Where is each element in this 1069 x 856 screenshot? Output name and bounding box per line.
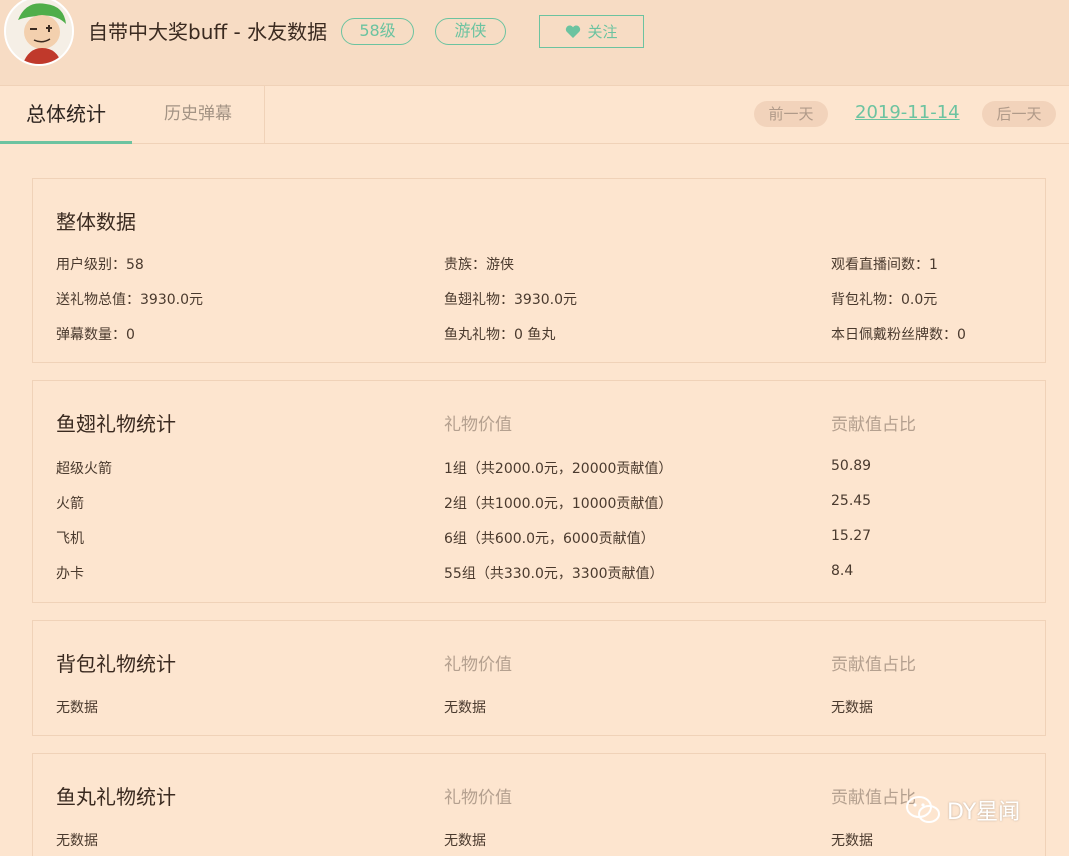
col-header-ratio: 贡献值占比 xyxy=(831,415,916,435)
no-data-text: 无数据 xyxy=(56,833,98,849)
col-header-ratio: 贡献值占比 xyxy=(831,788,916,808)
avatar-image xyxy=(6,0,72,64)
date-link[interactable]: 2019-11-14 xyxy=(855,102,960,123)
stat-danmaku-count: 弹幕数量：0 xyxy=(56,327,135,343)
gift-name: 飞机 xyxy=(56,531,84,547)
gift-value: 55组（共330.0元，3300贡献值） xyxy=(444,566,664,582)
header: 自带中大奖buff - 水友数据 58级 游侠 关注 xyxy=(0,0,1069,86)
overall-card: 整体数据 用户级别：58 贵族：游侠 观看直播间数：1 送礼物总值：3930.0… xyxy=(32,178,1046,363)
gift-ratio: 8.4 xyxy=(831,563,854,579)
tab-history-danmaku[interactable]: 历史弹幕 xyxy=(132,86,265,144)
stat-gift-total: 送礼物总值：3930.0元 xyxy=(56,292,203,308)
gift-value: 2组（共1000.0元，10000贡献值） xyxy=(444,496,673,512)
follow-label: 关注 xyxy=(587,24,618,41)
gift-ratio: 50.89 xyxy=(831,458,872,474)
avatar[interactable] xyxy=(4,0,74,66)
watermark-text: DY星闻 xyxy=(947,800,1021,825)
stat-fish-fin-gift: 鱼翅礼物：3930.0元 xyxy=(444,292,577,308)
stat-fan-badges: 本日佩戴粉丝牌数：0 xyxy=(831,327,966,343)
next-day-button[interactable]: 后一天 xyxy=(982,101,1056,127)
col-header-value: 礼物价值 xyxy=(444,788,512,808)
page-title: 自带中大奖buff - 水友数据 xyxy=(88,20,328,44)
fish-ball-gift-card: 鱼丸礼物统计 礼物价值 贡献值占比 无数据 无数据 无数据 xyxy=(32,753,1046,856)
gift-name: 超级火箭 xyxy=(56,461,112,477)
heart-icon xyxy=(566,24,581,38)
stat-backpack-gift: 背包礼物：0.0元 xyxy=(831,292,938,308)
col-header-value: 礼物价值 xyxy=(444,415,512,435)
no-data-text: 无数据 xyxy=(444,833,486,849)
stat-fish-ball-gift: 鱼丸礼物：0 鱼丸 xyxy=(444,327,556,343)
gift-value: 6组（共600.0元，6000贡献值） xyxy=(444,531,655,547)
fish-fin-gift-card: 鱼翅礼物统计 礼物价值 贡献值占比 超级火箭 1组（共2000.0元，20000… xyxy=(32,380,1046,603)
col-header-value: 礼物价值 xyxy=(444,655,512,675)
tab-overall-stats[interactable]: 总体统计 xyxy=(0,86,132,144)
watermark: DY星闻 xyxy=(905,794,1020,826)
stat-noble: 贵族：游侠 xyxy=(444,257,514,273)
no-data-text: 无数据 xyxy=(56,700,98,716)
stat-rooms-watched: 观看直播间数：1 xyxy=(831,257,938,273)
noble-badge: 游侠 xyxy=(435,18,506,45)
fish-ball-title: 鱼丸礼物统计 xyxy=(56,785,176,809)
prev-day-button[interactable]: 前一天 xyxy=(754,101,828,127)
backpack-title: 背包礼物统计 xyxy=(56,652,176,676)
gift-ratio: 25.45 xyxy=(831,493,872,509)
backpack-gift-card: 背包礼物统计 礼物价值 贡献值占比 无数据 无数据 无数据 xyxy=(32,620,1046,736)
gift-name: 办卡 xyxy=(56,566,84,582)
no-data-text: 无数据 xyxy=(831,833,873,849)
stat-user-level: 用户级别：58 xyxy=(56,257,144,273)
level-badge: 58级 xyxy=(341,18,414,45)
follow-button[interactable]: 关注 xyxy=(539,15,644,48)
overall-title: 整体数据 xyxy=(56,210,136,234)
no-data-text: 无数据 xyxy=(831,700,873,716)
gift-name: 火箭 xyxy=(56,496,84,512)
wechat-icon xyxy=(906,796,940,823)
no-data-text: 无数据 xyxy=(444,700,486,716)
gift-ratio: 15.27 xyxy=(831,528,872,544)
fish-fin-title: 鱼翅礼物统计 xyxy=(56,412,176,436)
gift-value: 1组（共2000.0元，20000贡献值） xyxy=(444,461,673,477)
col-header-ratio: 贡献值占比 xyxy=(831,655,916,675)
